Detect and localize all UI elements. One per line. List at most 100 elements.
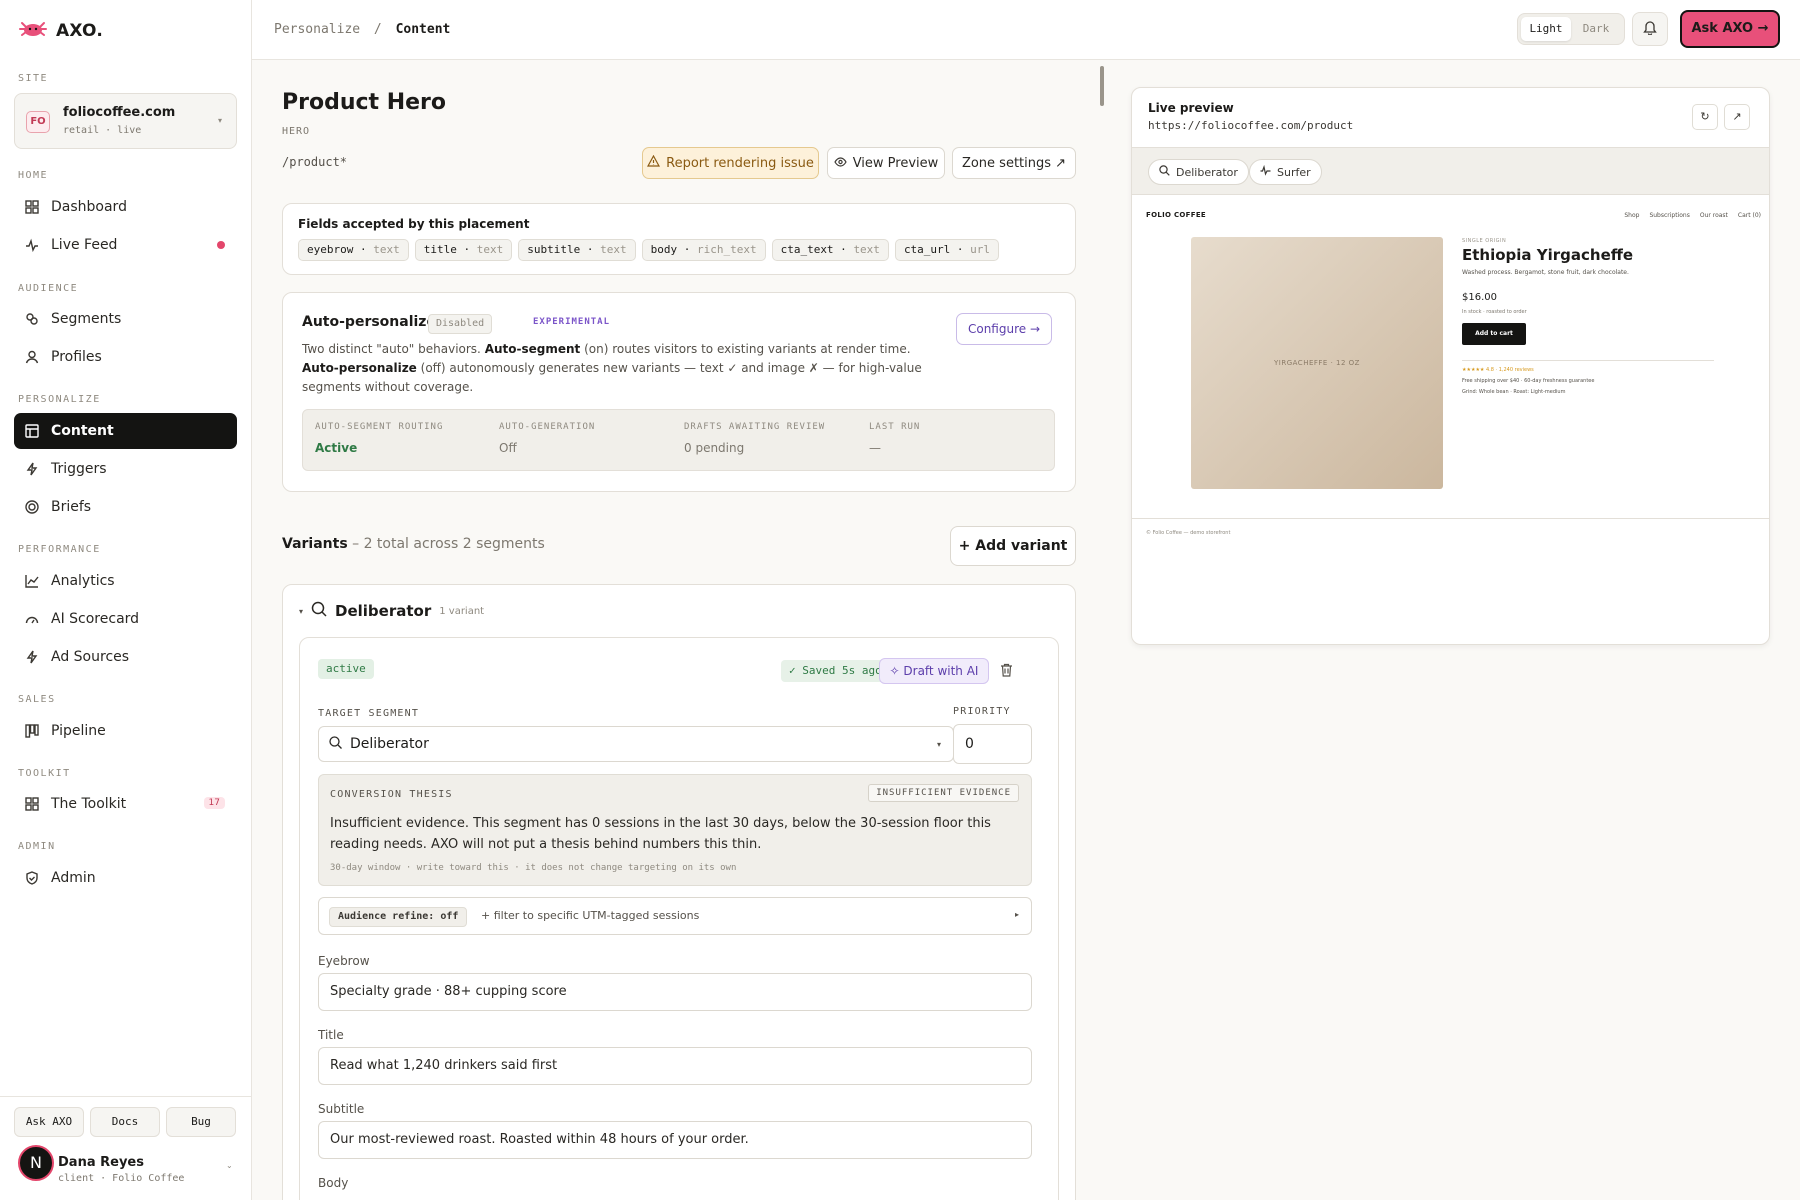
theme-light-option[interactable]: Light bbox=[1521, 17, 1571, 41]
field-chip: title · text bbox=[414, 239, 513, 261]
refresh-preview-button[interactable]: ↻ bbox=[1692, 104, 1718, 130]
subtitle-input[interactable]: Our most-reviewed roast. Roasted within … bbox=[318, 1121, 1032, 1159]
storefront-nav: Shop Subscriptions Our roast Cart (0) bbox=[1624, 212, 1761, 219]
preview-segment-bar: Deliberator Surfer bbox=[1132, 147, 1769, 195]
chevron-down-icon: ▾ bbox=[936, 739, 941, 749]
priority-label: PRIORITY bbox=[953, 706, 1011, 717]
brand[interactable]: AXO. bbox=[18, 18, 103, 44]
thesis-text: Insufficient evidence. This segment has … bbox=[330, 816, 991, 852]
preview-segment-chip-deliberator[interactable]: Deliberator bbox=[1148, 159, 1249, 185]
zone-settings-button[interactable]: Zone settings ↗ bbox=[952, 147, 1076, 179]
segments-icon bbox=[24, 311, 40, 327]
product-shipping: Free shipping over $40 · 60-day freshnes… bbox=[1462, 378, 1595, 384]
sidebar-item-admin[interactable]: Admin bbox=[14, 860, 237, 896]
product-image: YIRGACHEFFE · 12 OZ bbox=[1191, 237, 1443, 489]
saved-indicator: ✓ Saved 5s ago bbox=[781, 660, 890, 682]
segment-header[interactable]: ▾ Deliberator 1 variant bbox=[299, 601, 484, 621]
refresh-icon: ↻ bbox=[1700, 110, 1710, 123]
avatar[interactable]: N bbox=[18, 1145, 54, 1181]
sidebar-item-label: Content bbox=[51, 423, 114, 439]
sidebar-item-analytics[interactable]: Analytics bbox=[14, 563, 237, 599]
storefront-nav-item[interactable]: Cart (0) bbox=[1738, 212, 1761, 219]
sidebar-item-live-feed[interactable]: Live Feed bbox=[14, 227, 237, 263]
sidebar-item-ai-scorecard[interactable]: AI Scorecard bbox=[14, 601, 237, 637]
thesis-note: 30-day window · write toward this · it d… bbox=[330, 863, 737, 873]
view-preview-button[interactable]: View Preview bbox=[827, 147, 945, 179]
storefront-nav-item[interactable]: Shop bbox=[1624, 212, 1639, 219]
stat-last-run: LAST RUN — bbox=[869, 422, 921, 455]
add-variant-button[interactable]: + Add variant bbox=[950, 526, 1076, 566]
audience-refine-row[interactable]: Audience refine: off + filter to specifi… bbox=[318, 897, 1032, 935]
priority-input[interactable]: 0 bbox=[953, 724, 1032, 764]
variant-card: active ✓ Saved 5s ago ✧ Draft with AI TA… bbox=[299, 637, 1059, 1200]
notifications-button[interactable] bbox=[1632, 12, 1668, 46]
open-external-button[interactable]: ↗ bbox=[1724, 104, 1750, 130]
experimental-flag: EXPERIMENTAL bbox=[533, 317, 611, 327]
fields-title: Fields accepted by this placement bbox=[298, 217, 530, 231]
brand-name: AXO. bbox=[56, 21, 103, 41]
section-label-audience: AUDIENCE bbox=[18, 283, 79, 294]
theme-dark-option[interactable]: Dark bbox=[1571, 17, 1621, 41]
configure-button[interactable]: Configure → bbox=[956, 313, 1052, 345]
sidebar-item-dashboard[interactable]: Dashboard bbox=[14, 189, 237, 225]
sidebar-item-briefs[interactable]: Briefs bbox=[14, 489, 237, 525]
storefront-nav-item[interactable]: Subscriptions bbox=[1649, 212, 1689, 219]
sidebar-item-segments[interactable]: Segments bbox=[14, 301, 237, 337]
route-pattern: /product* bbox=[282, 155, 348, 169]
user-name: Dana Reyes bbox=[58, 1155, 144, 1170]
warning-icon bbox=[647, 154, 661, 171]
sidebar-item-toolkit[interactable]: The Toolkit 17 bbox=[14, 786, 237, 822]
ask-axo-top-button[interactable]: Ask AXO → bbox=[1680, 10, 1780, 48]
title-label: Title bbox=[318, 1028, 344, 1042]
breadcrumb-parent[interactable]: Personalize bbox=[274, 22, 360, 37]
bolt-icon bbox=[24, 649, 40, 665]
toolkit-count-badge: 17 bbox=[203, 797, 225, 809]
fields-card: Fields accepted by this placement eyebro… bbox=[282, 203, 1076, 275]
axolotl-logo-icon bbox=[18, 18, 48, 44]
add-to-cart-button[interactable]: Add to cart bbox=[1462, 323, 1526, 345]
docs-button[interactable]: Docs bbox=[90, 1107, 160, 1137]
segment-variant-count: 1 variant bbox=[439, 605, 485, 617]
sidebar-item-label: Triggers bbox=[51, 461, 107, 477]
product-price: $16.00 bbox=[1462, 292, 1497, 303]
site-switcher[interactable]: FO foliocoffee.com retail · live ▾ bbox=[14, 93, 237, 149]
theme-toggle: Light Dark bbox=[1517, 13, 1625, 45]
target-segment-select[interactable]: Deliberator ▾ bbox=[318, 726, 954, 762]
layout-icon bbox=[24, 423, 40, 439]
main-scrollbar[interactable] bbox=[1100, 66, 1104, 106]
bug-button[interactable]: Bug bbox=[166, 1107, 236, 1137]
sidebar-item-triggers[interactable]: Triggers bbox=[14, 451, 237, 487]
title-input[interactable]: Read what 1,240 drinkers said first bbox=[318, 1047, 1032, 1085]
draft-with-ai-button[interactable]: ✧ Draft with AI bbox=[879, 658, 989, 684]
sidebar-item-pipeline[interactable]: Pipeline bbox=[14, 713, 237, 749]
sidebar-footer: Ask AXO Docs Bug N Dana Reyes client · F… bbox=[0, 1096, 252, 1200]
section-label-home: HOME bbox=[18, 170, 49, 181]
product-reviews: ★★★★★ 4.8 · 1,240 reviews bbox=[1462, 367, 1534, 373]
report-rendering-issue-button[interactable]: Report rendering issue bbox=[642, 147, 819, 179]
sidebar: AXO. SITE FO foliocoffee.com retail · li… bbox=[0, 0, 252, 1200]
breadcrumb-current: Content bbox=[395, 22, 451, 37]
conversion-thesis-panel: CONVERSION THESIS INSUFFICIENT EVIDENCE … bbox=[318, 774, 1032, 886]
shield-icon bbox=[24, 870, 40, 886]
kanban-icon bbox=[24, 723, 40, 739]
sidebar-item-profiles[interactable]: Profiles bbox=[14, 339, 237, 375]
ask-axo-button[interactable]: Ask AXO bbox=[14, 1107, 84, 1137]
delete-variant-button[interactable] bbox=[1000, 662, 1013, 681]
live-preview-panel: Live preview https://foliocoffee.com/pro… bbox=[1131, 87, 1770, 645]
placement-tag: HERO bbox=[282, 126, 311, 137]
field-chip: cta_text · text bbox=[771, 239, 889, 261]
target-segment-label: TARGET SEGMENT bbox=[318, 708, 420, 719]
chevron-down-icon[interactable]: ⌄ bbox=[226, 1161, 233, 1170]
sidebar-item-label: AI Scorecard bbox=[51, 611, 140, 627]
segment-name: Deliberator bbox=[335, 602, 432, 620]
eyebrow-input[interactable]: Specialty grade · 88+ cupping score bbox=[318, 973, 1032, 1011]
storefront-preview: FOLIO COFFEE Shop Subscriptions Our roas… bbox=[1132, 195, 1769, 644]
sidebar-item-content[interactable]: Content bbox=[14, 413, 237, 449]
chevron-right-icon: ▸ bbox=[1014, 910, 1019, 919]
breadcrumb: Personalize / Content bbox=[274, 22, 450, 37]
chevron-down-icon[interactable]: ▾ bbox=[299, 607, 303, 616]
bolt-icon bbox=[24, 461, 40, 477]
preview-segment-chip-surfer[interactable]: Surfer bbox=[1249, 159, 1322, 185]
storefront-nav-item[interactable]: Our roast bbox=[1700, 212, 1728, 219]
sidebar-item-ad-sources[interactable]: Ad Sources bbox=[14, 639, 237, 675]
